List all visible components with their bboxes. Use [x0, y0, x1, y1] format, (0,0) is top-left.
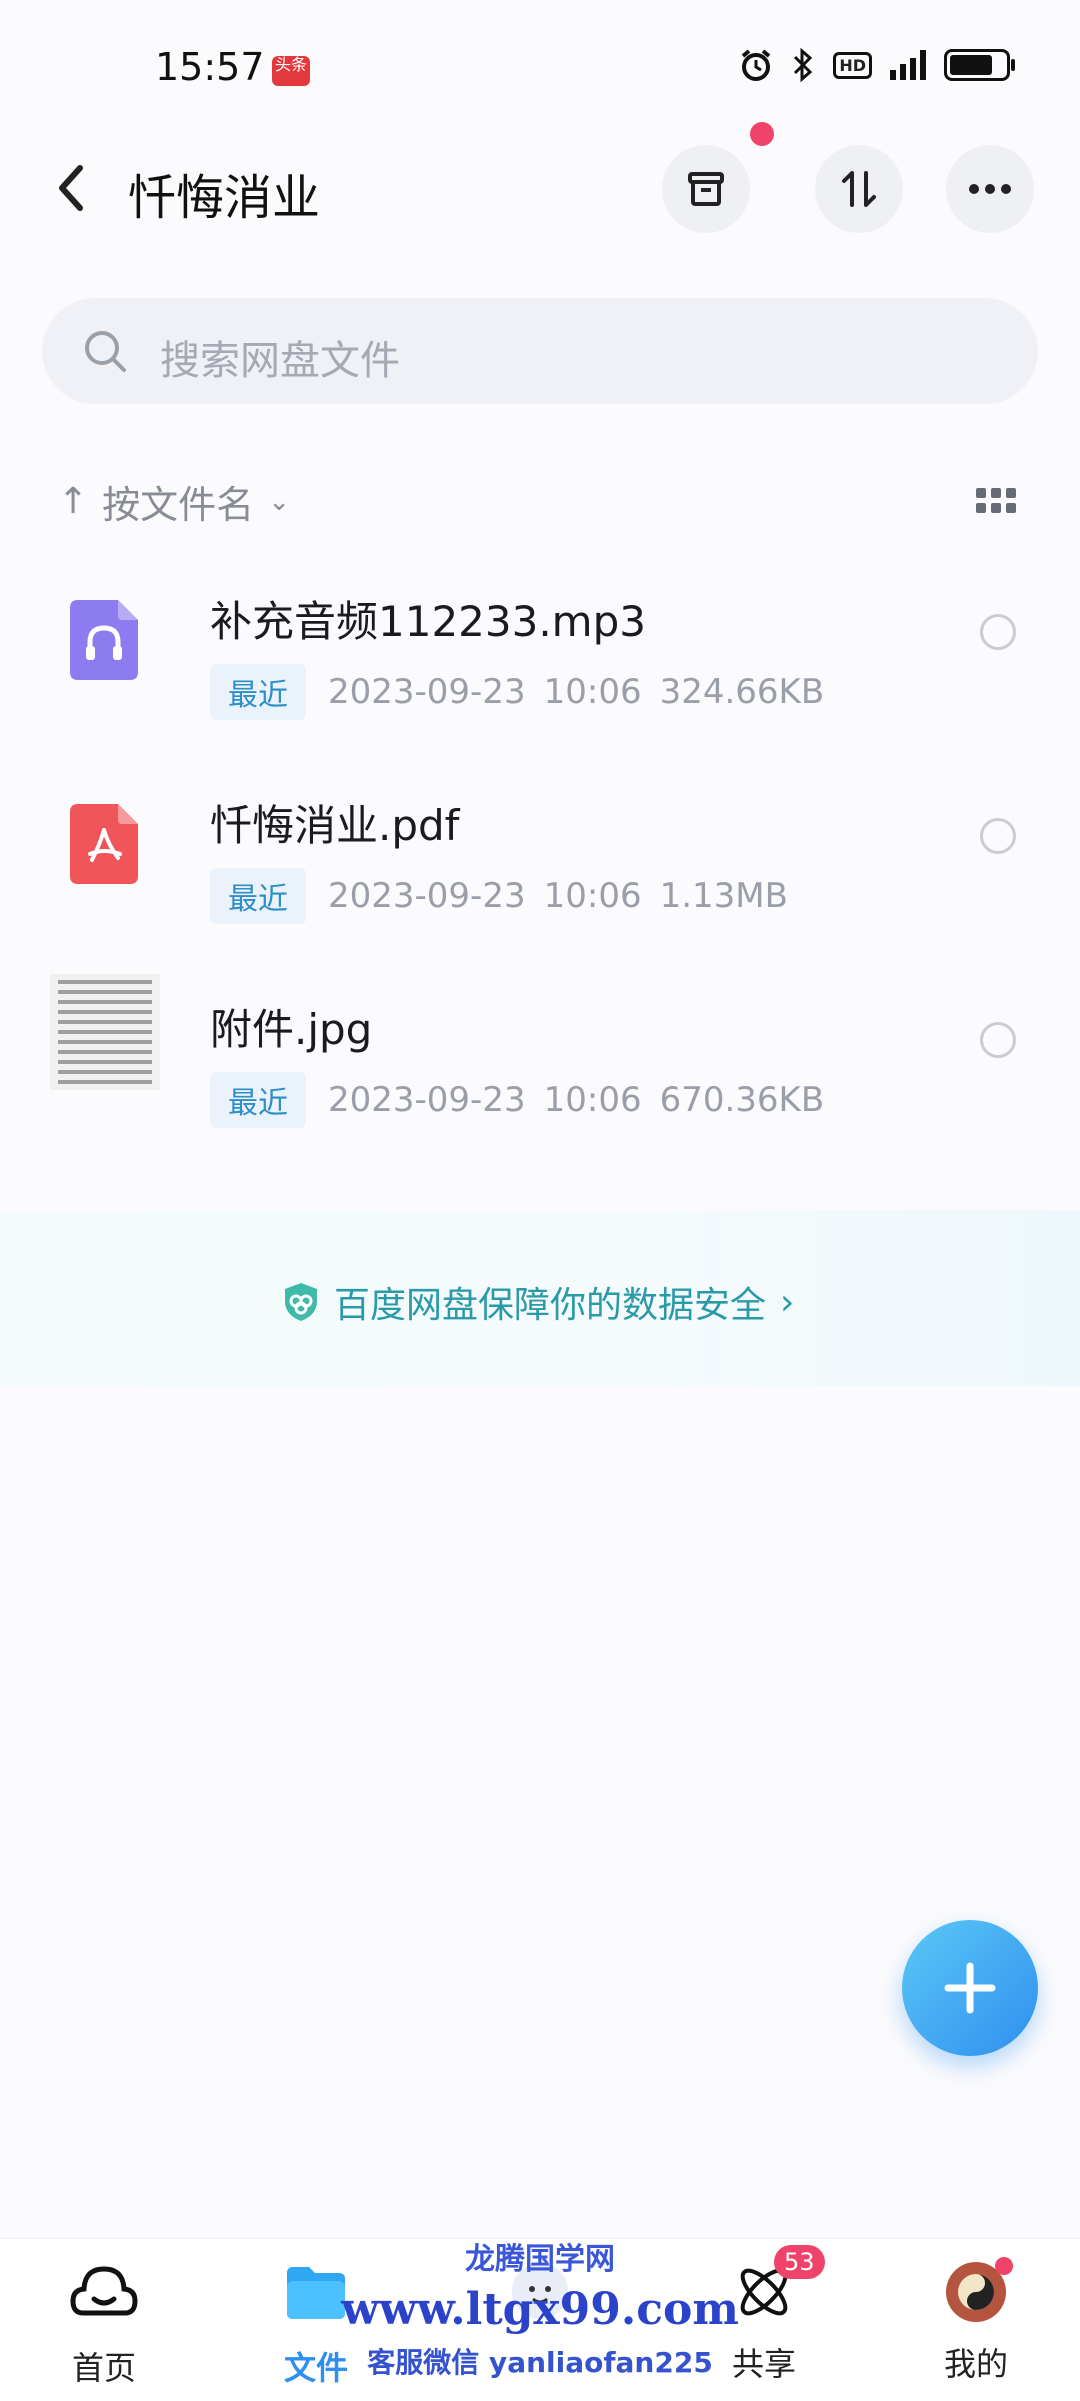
bottom-nav: 首页 文件 53 共享 我的 — [0, 2238, 1080, 2401]
file-size: 670.36KB — [659, 1080, 825, 1120]
select-radio[interactable] — [980, 614, 1016, 650]
file-meta: 最近 2023-09-23 10:06 670.36KB — [210, 1072, 824, 1128]
nav-assistant[interactable] — [460, 2257, 620, 2331]
back-arrow-icon[interactable] — [50, 158, 90, 218]
nav-label: 首页 — [71, 2349, 136, 2387]
recent-tag: 最近 — [210, 868, 306, 924]
nav-label: 我的 — [943, 2345, 1008, 2383]
file-date: 2023-09-23 — [328, 672, 526, 712]
file-meta: 最近 2023-09-23 10:06 1.13MB — [210, 868, 788, 924]
recent-tag: 最近 — [210, 664, 306, 720]
shield-icon — [285, 1283, 317, 1321]
file-name: 忏悔消业.pdf — [210, 801, 460, 850]
nav-files[interactable]: 文件 — [236, 2257, 396, 2389]
banner-text: 百度网盘保障你的数据安全 — [334, 1285, 767, 1326]
select-radio[interactable] — [980, 1022, 1016, 1058]
select-radio[interactable] — [980, 818, 1016, 854]
plus-icon — [944, 1962, 996, 2014]
transfer-button[interactable] — [815, 145, 903, 233]
signal-icon — [890, 50, 926, 80]
sort-arrow-icon: ↑ — [58, 481, 89, 522]
add-button[interactable] — [902, 1920, 1038, 2056]
toutiao-app-icon: 头条 — [272, 56, 310, 86]
page-title: 忏悔消业 — [128, 170, 321, 226]
sort-label: 按文件名 — [102, 483, 255, 527]
hd-icon: HD — [833, 51, 872, 79]
profile-notification-dot — [995, 2257, 1013, 2275]
archive-icon — [688, 172, 724, 206]
nav-home[interactable]: 首页 — [24, 2257, 184, 2389]
status-time: 15:57 — [155, 45, 265, 89]
search-placeholder: 搜索网盘文件 — [160, 338, 400, 384]
status-bar: 15:57 头条 HD — [0, 0, 1080, 130]
transfer-icon — [842, 171, 876, 207]
file-row[interactable]: 附件.jpg 最近 2023-09-23 10:06 670.36KB — [0, 974, 1080, 1178]
more-button[interactable] — [946, 145, 1034, 233]
nav-label: 文件 — [283, 2349, 348, 2387]
battery-icon — [944, 49, 1015, 81]
file-time: 10:06 — [543, 876, 642, 916]
recycle-box-button[interactable] — [662, 145, 750, 233]
security-banner[interactable]: 百度网盘保障你的数据安全 › — [0, 1210, 1080, 1386]
avatar — [941, 2257, 1013, 2327]
nav-profile[interactable]: 我的 — [896, 2257, 1056, 2385]
status-icons: HD — [739, 48, 1015, 82]
audio-file-icon — [70, 600, 138, 680]
file-date: 2023-09-23 — [328, 1080, 526, 1120]
folder-icon — [287, 2267, 345, 2319]
file-time: 10:06 — [543, 1080, 642, 1120]
file-time: 10:06 — [543, 672, 642, 712]
sort-selector[interactable]: ↑ 按文件名 ⌄ — [58, 474, 290, 529]
chevron-right-icon: › — [780, 1281, 795, 1323]
search-icon — [85, 331, 126, 372]
assistant-avatar-icon — [512, 2263, 568, 2319]
nav-share[interactable]: 53 共享 — [684, 2245, 844, 2385]
notification-dot — [750, 122, 774, 146]
nav-label: 共享 — [731, 2345, 796, 2383]
chevron-down-icon: ⌄ — [268, 486, 290, 517]
share-count-badge: 53 — [774, 2245, 825, 2279]
file-name: 附件.jpg — [210, 1005, 373, 1054]
grid-view-toggle-icon[interactable] — [976, 488, 1016, 513]
pdf-file-icon — [70, 804, 138, 884]
alarm-icon — [742, 49, 771, 81]
search-input[interactable]: 搜索网盘文件 — [42, 298, 1038, 404]
cloud-home-icon — [70, 2266, 138, 2316]
recent-tag: 最近 — [210, 1072, 306, 1128]
bluetooth-icon — [794, 48, 813, 82]
file-meta: 最近 2023-09-23 10:06 324.66KB — [210, 664, 824, 720]
more-dots-icon — [969, 184, 1011, 194]
file-name: 补充音频112233.mp3 — [210, 597, 646, 646]
file-row[interactable]: 补充音频112233.mp3 最近 2023-09-23 10:06 324.6… — [0, 566, 1080, 770]
file-size: 1.13MB — [659, 876, 788, 916]
file-size: 324.66KB — [659, 672, 825, 712]
image-thumbnail — [50, 974, 160, 1090]
file-date: 2023-09-23 — [328, 876, 526, 916]
file-row[interactable]: 忏悔消业.pdf 最近 2023-09-23 10:06 1.13MB — [0, 770, 1080, 974]
share-icon-wrap: 53 — [729, 2245, 825, 2327]
